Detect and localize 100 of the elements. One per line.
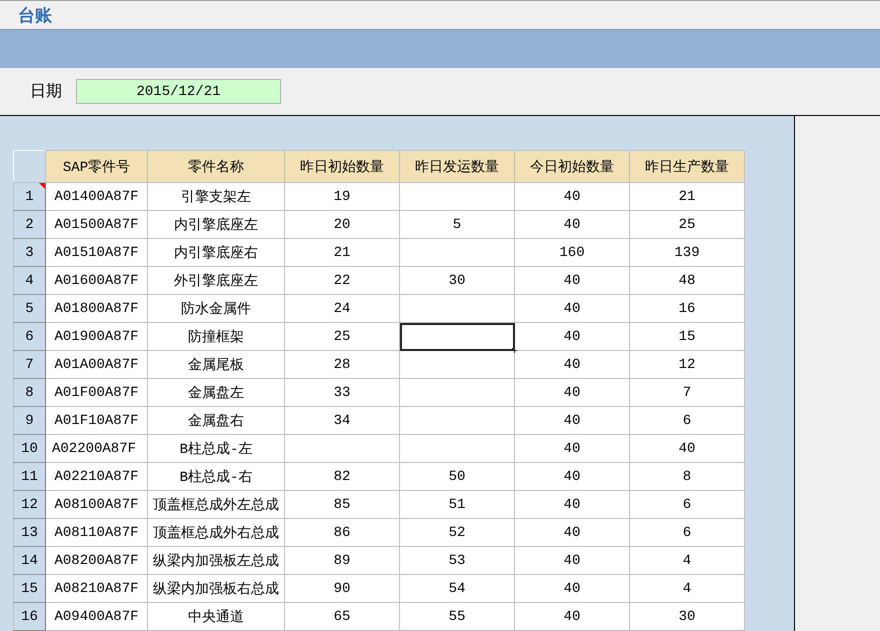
column-header: 昨日发运数量: [400, 150, 514, 182]
table-cell: A09400A87F: [46, 602, 148, 630]
table-cell: A02210A87F: [46, 462, 148, 490]
row-header[interactable]: 8: [14, 378, 46, 406]
table-cell: 15: [630, 322, 744, 350]
column-header: 零件名称: [148, 150, 284, 182]
table-cell: 21: [630, 182, 744, 210]
table-cell: 22: [284, 266, 400, 294]
table-cell: 48: [630, 266, 744, 294]
table-cell: A01800A87F: [46, 294, 148, 322]
table-cell: 内引擎底座左: [148, 210, 284, 238]
table-cell: 86: [284, 518, 400, 546]
table-cell: 139: [630, 238, 744, 266]
table-cell: B柱总成-右: [148, 462, 284, 490]
table-cell: 4: [630, 574, 744, 602]
row-header[interactable]: 11: [14, 462, 46, 490]
table-cell: 90: [284, 574, 400, 602]
table-cell: A01600A87F: [46, 266, 148, 294]
table-cell: 25: [630, 210, 744, 238]
table-cell: 外引擎底座左: [148, 266, 284, 294]
table-cell: 54: [400, 574, 514, 602]
table-cell: 33: [284, 378, 400, 406]
table-cell: 4: [630, 546, 744, 574]
column-header: 昨日生产数量: [630, 150, 744, 182]
row-header[interactable]: 1: [14, 182, 46, 210]
table-cell: 纵梁内加强板左总成: [148, 546, 284, 574]
table-cell: 6: [630, 518, 744, 546]
row-header[interactable]: 16: [14, 602, 46, 630]
row-header[interactable]: 5: [14, 294, 46, 322]
table-cell: 20: [284, 210, 400, 238]
table-cell: 50: [400, 462, 514, 490]
table-cell: 51: [400, 490, 514, 518]
table-cell: 6: [630, 406, 744, 434]
table-cell: 28: [284, 350, 400, 378]
table-cell: 金属尾板: [148, 350, 284, 378]
table-cell: 40: [514, 546, 630, 574]
table-cell: 40: [514, 406, 630, 434]
row-header[interactable]: 13: [14, 518, 46, 546]
row-header[interactable]: 4: [14, 266, 46, 294]
table-cell: 21: [284, 238, 400, 266]
table-cell: 40: [514, 574, 630, 602]
row-header[interactable]: 9: [14, 406, 46, 434]
table-cell: 40: [514, 462, 630, 490]
table-cell: 7: [630, 378, 744, 406]
table-cell: A01F10A87F: [46, 406, 148, 434]
select-all-corner[interactable]: [14, 150, 46, 182]
column-header: 昨日初始数量: [284, 150, 400, 182]
table-cell: B柱总成-左: [148, 434, 284, 462]
table-cell: 40: [514, 378, 630, 406]
table-cell: 16: [630, 294, 744, 322]
row-header[interactable]: 10: [14, 434, 46, 462]
table-cell: A08100A87F: [46, 490, 148, 518]
table-cell: 纵梁内加强板右总成: [148, 574, 284, 602]
table-cell: 53: [400, 546, 514, 574]
table-cell: 30: [400, 266, 514, 294]
row-header[interactable]: 14: [14, 546, 46, 574]
table-cell: 30: [630, 602, 744, 630]
table-cell: 160: [514, 238, 630, 266]
table-cell: A01A00A87F: [46, 350, 148, 378]
row-header[interactable]: 15: [14, 574, 46, 602]
table-cell: A08210A87F: [46, 574, 148, 602]
table-cell: A01500A87F: [46, 210, 148, 238]
table-cell: 40: [514, 518, 630, 546]
table-cell: 19: [284, 182, 400, 210]
table-cell: 防水金属件: [148, 294, 284, 322]
table-cell: A02200A87F: [46, 434, 148, 462]
table-cell: 52: [400, 518, 514, 546]
row-header[interactable]: 12: [14, 490, 46, 518]
table-cell: 24: [284, 294, 400, 322]
row-header[interactable]: 3: [14, 238, 46, 266]
table-cell: A08200A87F: [46, 546, 148, 574]
table-cell: 40: [514, 210, 630, 238]
table-cell: 40: [514, 322, 630, 350]
table-cell: 顶盖框总成外右总成: [148, 518, 284, 546]
table-cell: A08110A87F: [46, 518, 148, 546]
table-cell: 顶盖框总成外左总成: [148, 490, 284, 518]
table-cell: 82: [284, 462, 400, 490]
date-field[interactable]: 2015/12/21: [76, 79, 281, 104]
table-cell: 40: [514, 490, 630, 518]
table-cell: 40: [630, 434, 744, 462]
row-header[interactable]: 6: [14, 322, 46, 350]
table-cell: 40: [514, 350, 630, 378]
table-cell: 40: [514, 182, 630, 210]
row-header[interactable]: 7: [14, 350, 46, 378]
column-header: SAP零件号: [46, 150, 148, 182]
table-cell: 12: [630, 350, 744, 378]
table-cell: 34: [284, 406, 400, 434]
table-cell: 内引擎底座右: [148, 238, 284, 266]
table-cell: 中央通道: [148, 602, 284, 630]
table-cell: 89: [284, 546, 400, 574]
table-cell: 6: [630, 490, 744, 518]
table-cell: 40: [514, 602, 630, 630]
table-cell: A01510A87F: [46, 238, 148, 266]
row-header[interactable]: 2: [14, 210, 46, 238]
table-cell: 85: [284, 490, 400, 518]
table-cell: 40: [514, 434, 630, 462]
page-title: 台账: [18, 4, 52, 26]
table-cell: A01F00A87F: [46, 378, 148, 406]
table-cell: 40: [514, 294, 630, 322]
date-label: 日期: [30, 81, 62, 102]
